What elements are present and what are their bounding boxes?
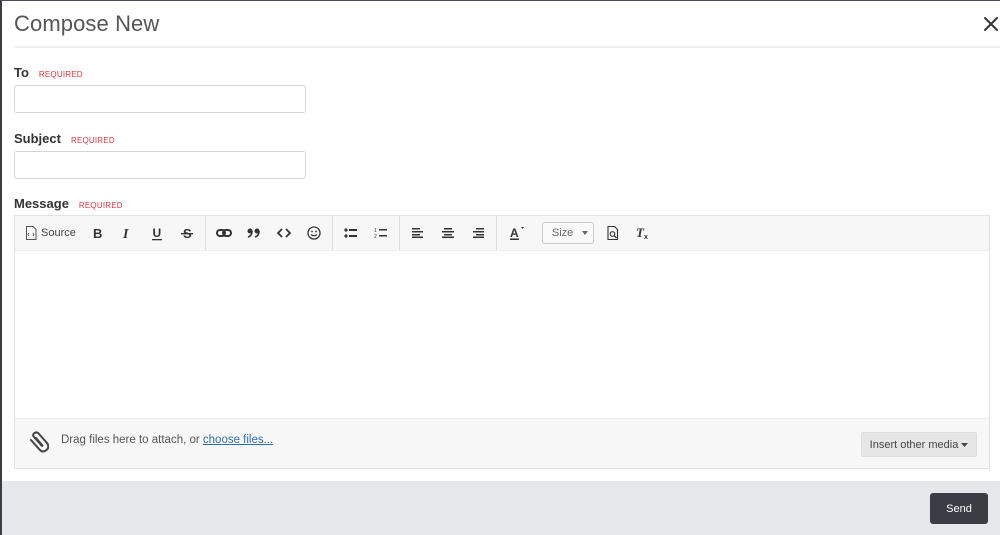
send-button[interactable]: Send [930,493,988,524]
svg-text:I: I [122,227,129,240]
to-label: To [14,65,29,80]
dialog-title: Compose New [14,11,160,36]
link-icon [215,229,232,237]
paperclip-icon [30,431,49,453]
strikethrough-icon: S [180,226,193,240]
subject-label: Subject [14,131,61,146]
italic-icon: I [122,227,129,240]
remove-format-icon: Tx [636,226,648,240]
bulleted-list-button[interactable] [336,221,366,245]
align-right-button[interactable] [463,221,493,245]
message-label: Message [14,196,69,211]
source-button[interactable]: Source [21,221,82,245]
align-center-icon [441,228,454,238]
attach-hint-text: Drag files here to attach, or [61,434,203,446]
caret-down-icon [582,231,589,235]
svg-text:2: 2 [374,234,377,239]
to-input[interactable] [14,85,306,113]
code-icon [276,228,291,238]
font-size-label: Size [551,227,574,239]
dialog-footer: Send [2,481,1000,535]
message-label-row: Message REQUIRED [14,196,123,211]
to-label-row: To REQUIRED [14,65,83,80]
insert-other-media-button[interactable]: Insert other media [861,432,977,457]
insert-other-media-label: Insert other media [869,438,959,451]
text-color-button[interactable]: A [500,221,534,245]
align-center-button[interactable] [433,221,463,245]
subject-input[interactable] [14,151,306,179]
close-button[interactable] [980,13,1000,35]
align-left-icon [411,228,423,238]
quote-icon [247,228,260,238]
underline-icon: U [151,226,162,240]
remove-format-button[interactable]: Tx [628,221,658,245]
message-required-badge: REQUIRED [78,201,123,210]
to-required-badge: REQUIRED [38,70,83,79]
compose-dialog: Compose New To REQUIRED Subject REQUIRED… [2,1,1000,535]
toolbar-separator [398,216,400,250]
choose-files-link[interactable]: choose files... [203,434,273,446]
italic-button[interactable]: I [112,221,142,245]
bold-icon: B [93,226,102,240]
source-label: Source [41,227,76,239]
preview-icon [607,226,618,240]
link-button[interactable] [209,221,239,245]
emoji-button[interactable] [299,221,329,245]
strikethrough-button[interactable]: S [172,221,202,245]
toolbar-separator [204,216,206,250]
editor-toolbar: Source B I U S 12 A Size Tx [15,216,989,251]
bulleted-list-icon [344,228,357,238]
emoji-icon [307,226,321,240]
underline-button[interactable]: U [142,221,172,245]
toolbar-separator [495,216,497,250]
caret-down-icon [961,442,969,447]
svg-text:x: x [644,234,648,240]
align-right-icon [472,228,484,238]
bold-button[interactable]: B [82,221,112,245]
code-button[interactable] [269,221,299,245]
subject-label-row: Subject REQUIRED [14,131,115,146]
message-editor: Source B I U S 12 A Size Tx [14,215,990,469]
blockquote-button[interactable] [239,221,269,245]
numbered-list-icon: 12 [374,228,387,239]
dialog-header: Compose New [14,1,1000,48]
preview-button[interactable] [598,221,628,245]
align-left-button[interactable] [403,221,433,245]
numbered-list-button[interactable]: 12 [366,221,396,245]
svg-text:B: B [93,226,102,240]
attachment-dropzone[interactable]: Drag files here to attach, or choose fil… [15,418,989,468]
subject-required-badge: REQUIRED [70,136,115,145]
close-icon [984,17,998,31]
source-icon [26,226,37,240]
message-body-input[interactable] [15,251,989,418]
font-size-select[interactable]: Size [541,222,594,244]
svg-text:A: A [510,226,519,240]
attach-hint: Drag files here to attach, or choose fil… [61,434,273,446]
text-color-icon: A [509,226,524,240]
svg-text:U: U [152,226,161,240]
toolbar-separator [331,216,333,250]
